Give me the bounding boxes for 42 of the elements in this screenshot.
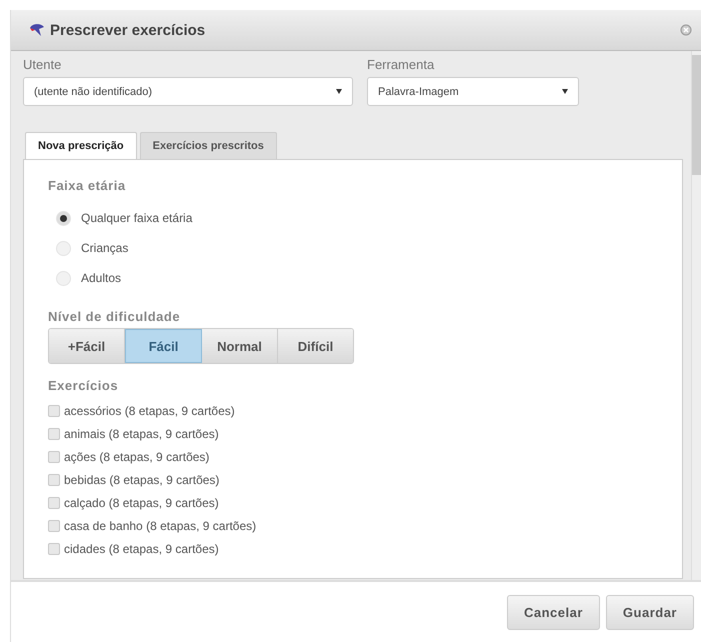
radio-label: Qualquer faixa etária: [81, 211, 192, 225]
caret-icon: [336, 89, 342, 94]
caret-icon: [562, 89, 568, 94]
checkbox-label: ações (8 etapas, 9 cartões): [64, 450, 210, 464]
difficulty-button[interactable]: Fácil: [125, 329, 202, 363]
checkbox-label: calçado (8 etapas, 9 cartões): [64, 496, 219, 510]
logo-icon: [29, 23, 45, 37]
checkbox[interactable]: [48, 428, 60, 440]
checkbox-label: casa de banho (8 etapas, 9 cartões): [64, 518, 256, 532]
footer-button[interactable]: Cancelar: [507, 594, 600, 630]
checkbox[interactable]: [48, 404, 60, 416]
difficulty-button[interactable]: +Fácil: [49, 329, 125, 363]
checkbox[interactable]: [48, 474, 60, 486]
field-label: Utente: [23, 57, 62, 72]
tab[interactable]: Nova prescrição: [25, 132, 137, 160]
radio-button[interactable]: [56, 240, 71, 256]
checkbox-label: animais (8 etapas, 9 cartões): [64, 426, 219, 440]
dropdown-field[interactable]: (utente não identificado): [23, 77, 353, 106]
checkbox[interactable]: [48, 520, 60, 532]
section-title: Exercícios: [48, 378, 120, 393]
field-label: Ferramenta: [367, 57, 436, 72]
radio-label: Crianças: [81, 241, 128, 255]
checkbox-label: acessórios (8 etapas, 9 cartões): [64, 404, 235, 418]
difficulty-button[interactable]: Normal: [202, 329, 278, 363]
radio-button[interactable]: [56, 210, 71, 226]
section-title: Faixa etária: [48, 178, 127, 193]
checkbox[interactable]: [48, 542, 60, 554]
checkbox[interactable]: [48, 496, 60, 508]
section-title: Nível de dificuldade: [48, 309, 182, 324]
checkbox[interactable]: [48, 450, 60, 462]
radio-button[interactable]: [56, 270, 71, 286]
window-title: Prescrever exercícios: [50, 22, 206, 38]
difficulty-button[interactable]: Difícil: [278, 329, 353, 363]
footer-button[interactable]: Guardar: [606, 594, 694, 630]
radio-label: Adultos: [81, 271, 122, 285]
dropdown-field[interactable]: Palavra-Imagem: [367, 77, 579, 106]
tab[interactable]: Exercícios prescritos: [140, 132, 277, 159]
scroll-thumb[interactable]: [692, 55, 701, 175]
close-icon[interactable]: [680, 24, 692, 36]
scrollbar[interactable]: [691, 51, 701, 580]
checkbox-label: bebidas (8 etapas, 9 cartões): [64, 472, 220, 486]
checkbox-label: cidades (8 etapas, 9 cartões): [64, 542, 219, 556]
